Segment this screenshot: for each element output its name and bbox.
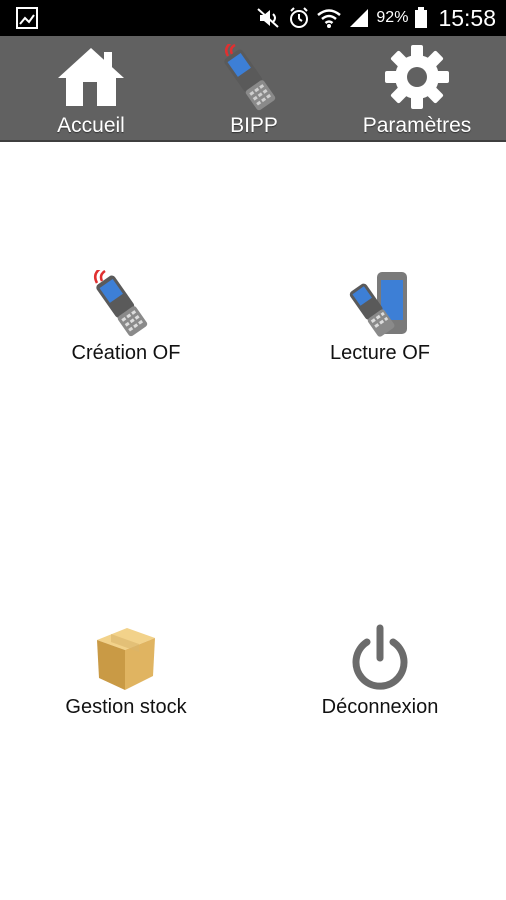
alarm-icon [290,7,309,28]
tile-gestion-stock-label: Gestion stock [65,696,187,718]
status-bar: 92% 15:58 [0,0,506,36]
signal-icon [350,9,369,27]
home-icon [58,48,124,106]
battery-icon [415,7,428,28]
nav-accueil-label: Accueil [57,114,125,137]
wifi-icon [317,9,342,28]
nav-parametres[interactable]: Paramètres [342,36,492,140]
phone-scanner-icon [349,272,407,337]
top-navigation-bar: Accueil BIPP Paramètres [0,36,506,142]
nav-accueil[interactable]: Accueil [16,36,166,140]
tile-deconnexion-label: Déconnexion [321,696,439,718]
scanner-icon [224,44,276,111]
nav-parametres-label: Paramètres [362,114,472,137]
tile-deconnexion[interactable]: Déconnexion [280,624,480,744]
status-time: 15:58 [438,4,496,31]
gear-icon [385,45,449,109]
tile-lecture-of[interactable]: Lecture OF [280,270,480,390]
gallery-icon [16,7,38,29]
nav-bipp[interactable]: BIPP [179,36,329,140]
mute-icon [257,8,280,28]
tile-lecture-of-label: Lecture OF [329,342,431,364]
power-icon [352,624,408,690]
tile-creation-of[interactable]: Création OF [26,270,226,390]
box-icon [97,628,155,690]
scanner-icon [93,270,148,337]
battery-percent: 92% [376,9,409,26]
tile-gestion-stock[interactable]: Gestion stock [26,624,226,744]
tile-creation-of-label: Création OF [71,342,181,364]
nav-bipp-label: BIPP [230,114,278,137]
